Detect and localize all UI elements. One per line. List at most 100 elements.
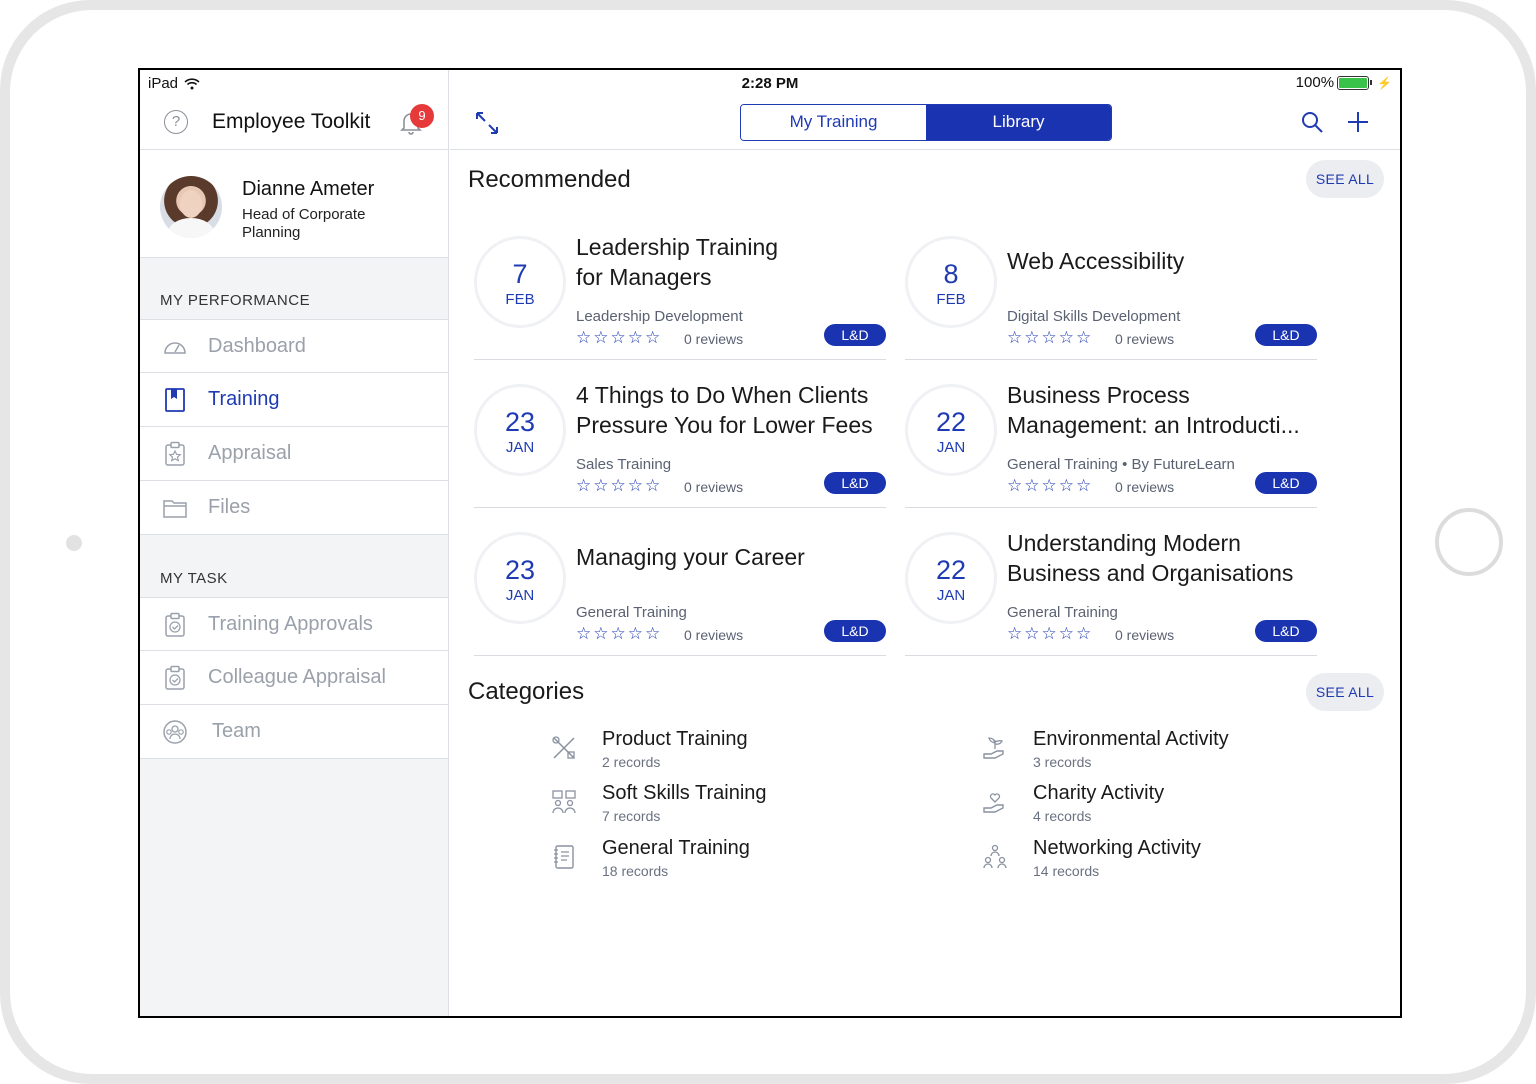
sidebar-item-label: Files: [208, 496, 251, 518]
sidebar-item-training-approvals[interactable]: Training Approvals: [140, 597, 448, 651]
sidebar-item-dashboard[interactable]: Dashboard: [140, 319, 448, 373]
recommended-see-all-button[interactable]: SEE ALL: [1306, 160, 1384, 198]
section-label-performance: MY PERFORMANCE: [160, 292, 311, 309]
ipad-frame: ? Employee Toolkit 9 Dianne Ameter Head …: [0, 0, 1536, 1084]
avatar: [160, 176, 222, 238]
tag-badge: L&D: [1255, 620, 1317, 642]
rating-stars[interactable]: ☆☆☆☆☆: [1007, 328, 1093, 348]
sidebar-item-colleague-appraisal[interactable]: Colleague Appraisal: [140, 651, 448, 705]
category-count: 14 records: [1033, 863, 1100, 879]
clipboard-star-icon: [165, 441, 185, 466]
date-day: 8: [943, 259, 959, 289]
sidebar-item-label: Colleague Appraisal: [208, 666, 386, 688]
category-count: 3 records: [1033, 754, 1092, 770]
category-item[interactable]: Environmental Activity 3 records: [981, 728, 1361, 778]
sidebar-item-team[interactable]: Team: [140, 705, 448, 759]
rating-stars[interactable]: ☆☆☆☆☆: [1007, 624, 1093, 644]
sidebar: ? Employee Toolkit 9 Dianne Ameter Head …: [140, 70, 449, 1016]
date-badge: 22 JAN: [905, 532, 997, 624]
rating-stars[interactable]: ☆☆☆☆☆: [576, 476, 662, 496]
tag-badge: L&D: [1255, 472, 1317, 494]
notification-badge: 9: [410, 104, 434, 128]
sidebar-item-training[interactable]: Training: [140, 373, 448, 427]
card-category: General Training: [576, 604, 687, 621]
status-bar: iPad 2:28 PM 100% ⚡: [140, 70, 1400, 96]
review-count: 0 reviews: [684, 627, 744, 643]
rating-stars[interactable]: ☆☆☆☆☆: [1007, 476, 1093, 496]
tab-library[interactable]: Library: [926, 105, 1111, 140]
review-count: 0 reviews: [684, 479, 744, 495]
search-icon[interactable]: [1300, 110, 1324, 134]
sidebar-item-label: Dashboard: [208, 334, 306, 357]
notebook-icon: [554, 845, 574, 869]
tools-icon: [552, 736, 575, 759]
team-icon: [163, 720, 187, 744]
card-title: Web Accessibility: [1007, 248, 1185, 274]
category-count: 2 records: [602, 754, 661, 770]
training-card[interactable]: 22 JAN Understanding Modern Business and…: [905, 530, 1317, 656]
sidebar-item-files[interactable]: Files: [140, 481, 448, 535]
training-card[interactable]: 23 JAN Managing your Career General Trai…: [474, 532, 886, 656]
tab-my-training[interactable]: My Training: [741, 105, 926, 140]
category-name: General Training: [602, 837, 750, 859]
tag-badge: L&D: [824, 472, 886, 494]
sidebar-item-label: Appraisal: [208, 442, 292, 464]
charging-icon: ⚡: [1377, 75, 1392, 90]
date-month: FEB: [936, 291, 966, 308]
tag-badge: L&D: [824, 620, 886, 642]
category-count: 18 records: [602, 863, 669, 879]
view-segmented-control: My Training Library: [740, 104, 1112, 141]
category-name: Product Training: [602, 728, 748, 750]
date-day: 23: [504, 407, 536, 437]
network-people-icon: [983, 844, 1007, 869]
battery-icon: [1337, 75, 1373, 90]
clipboard-check-icon: [165, 665, 185, 690]
rating-stars[interactable]: ☆☆☆☆☆: [576, 624, 662, 644]
profile-name: Dianne Ameter: [242, 178, 375, 200]
category-item[interactable]: Charity Activity 4 records: [981, 782, 1361, 832]
category-item[interactable]: Product Training 2 records: [550, 728, 930, 778]
tag-badge: L&D: [1255, 324, 1317, 346]
category-count: 4 records: [1033, 808, 1092, 824]
home-button[interactable]: [1435, 508, 1503, 576]
card-category: Leadership Development: [576, 308, 743, 325]
training-card[interactable]: 23 JAN 4 Things to Do When Clients Press…: [474, 382, 886, 508]
category-item[interactable]: Soft Skills Training 7 records: [550, 782, 930, 832]
category-name: Environmental Activity: [1033, 728, 1229, 750]
add-icon[interactable]: [1346, 110, 1370, 134]
category-name: Soft Skills Training: [602, 782, 767, 804]
date-month: JAN: [936, 439, 966, 456]
profile-card[interactable]: Dianne Ameter Head of Corporate Planning: [140, 150, 448, 258]
card-category: General Training • By FutureLearn: [1007, 456, 1235, 473]
card-category: General Training: [1007, 604, 1118, 621]
sidebar-item-label: Training: [208, 388, 280, 410]
main-content: My Training Library Recommended SEE ALL …: [450, 70, 1400, 1016]
expand-icon[interactable]: [474, 110, 500, 136]
sidebar-item-label: Team: [212, 720, 261, 742]
section-label-task: MY TASK: [160, 570, 228, 587]
rating-stars[interactable]: ☆☆☆☆☆: [576, 328, 662, 348]
card-category: Sales Training: [576, 456, 672, 473]
date-day: 22: [935, 555, 967, 585]
category-item[interactable]: Networking Activity 14 records: [981, 837, 1361, 887]
card-title: Understanding Modern Business and Organi…: [1007, 530, 1294, 586]
date-badge: 23 JAN: [474, 384, 566, 476]
recommended-title: Recommended: [468, 166, 631, 193]
training-card[interactable]: 22 JAN Business Process Management: an I…: [905, 382, 1317, 508]
help-icon[interactable]: ?: [164, 110, 188, 134]
category-item[interactable]: General Training 18 records: [550, 837, 930, 887]
avatar-body: [168, 218, 214, 238]
status-right: 100% ⚡: [1296, 74, 1392, 91]
review-count: 0 reviews: [1115, 627, 1175, 643]
training-card[interactable]: 7 FEB Leadership Training for Managers L…: [474, 234, 886, 360]
categories-see-all-button[interactable]: SEE ALL: [1306, 673, 1384, 711]
screen: ? Employee Toolkit 9 Dianne Ameter Head …: [138, 68, 1402, 1018]
gauge-icon: [164, 342, 186, 354]
training-card[interactable]: 8 FEB Web Accessibility Digital Skills D…: [905, 236, 1317, 360]
book-icon: [165, 388, 185, 412]
status-time: 2:28 PM: [741, 75, 799, 92]
sidebar-item-label: Training Approvals: [208, 612, 373, 635]
app-title: Employee Toolkit: [212, 110, 371, 133]
sidebar-item-appraisal[interactable]: Appraisal: [140, 427, 448, 481]
card-title: Leadership Training for Managers: [576, 234, 779, 290]
